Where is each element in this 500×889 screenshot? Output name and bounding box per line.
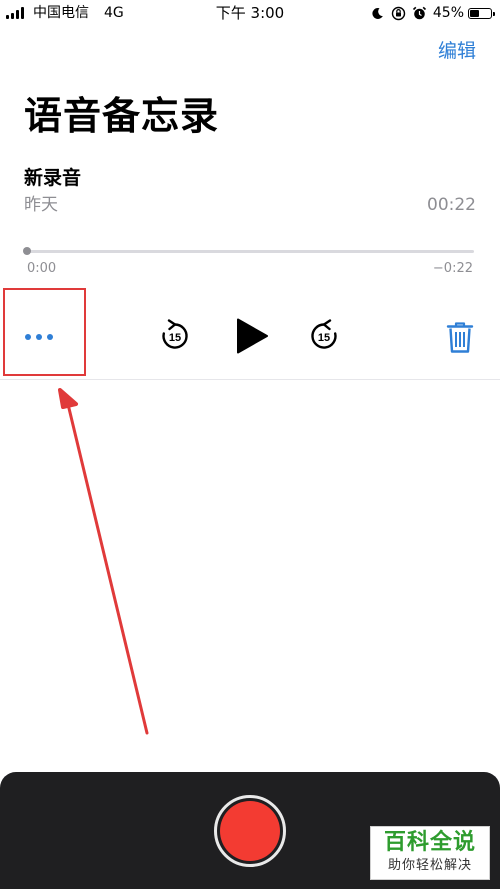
skip-forward-15-button[interactable]: 15 xyxy=(306,318,342,354)
elapsed-time: 0:00 xyxy=(27,261,57,276)
voice-memos-screen: 中国电信 4G 下午 3:00 45% 编辑 语音备忘录 新录音 昨天 00:2… xyxy=(0,0,500,889)
annotation-highlight-box xyxy=(3,288,86,376)
remaining-time: −0:22 xyxy=(432,261,473,276)
trash-icon xyxy=(446,322,474,353)
recording-date: 昨天 xyxy=(24,195,58,215)
status-bar: 中国电信 4G 下午 3:00 45% xyxy=(0,0,500,26)
list-divider xyxy=(0,379,500,380)
alarm-icon xyxy=(412,5,428,21)
watermark-logo: 百科全说 助你轻松解决 xyxy=(370,826,490,880)
battery-level xyxy=(470,9,479,17)
moon-icon xyxy=(370,5,386,21)
page-title: 语音备忘录 xyxy=(24,94,220,138)
watermark-title: 百科全说 xyxy=(383,830,476,855)
edit-button[interactable]: 编辑 xyxy=(438,38,476,64)
watermark-subtitle: 助你轻松解决 xyxy=(387,858,472,873)
skip-back-icon: 15 xyxy=(162,319,188,349)
skip-forward-icon: 15 xyxy=(311,319,337,349)
skip-back-label: 15 xyxy=(169,332,181,344)
record-button[interactable] xyxy=(214,795,286,867)
orientation-lock-icon xyxy=(391,5,407,21)
delete-button[interactable] xyxy=(443,318,477,356)
recording-title[interactable]: 新录音 xyxy=(24,165,81,191)
play-icon xyxy=(237,318,268,354)
play-button[interactable] xyxy=(230,314,274,358)
skip-back-15-button[interactable]: 15 xyxy=(157,318,193,354)
scrubber-handle[interactable] xyxy=(23,247,31,255)
skip-forward-label: 15 xyxy=(318,332,330,344)
battery-percentage: 45% xyxy=(432,5,464,21)
record-icon xyxy=(220,801,280,861)
recording-duration: 00:22 xyxy=(427,195,476,215)
playback-scrubber[interactable] xyxy=(27,250,474,253)
battery-icon xyxy=(468,7,495,19)
status-indicators: 45% xyxy=(365,4,495,22)
